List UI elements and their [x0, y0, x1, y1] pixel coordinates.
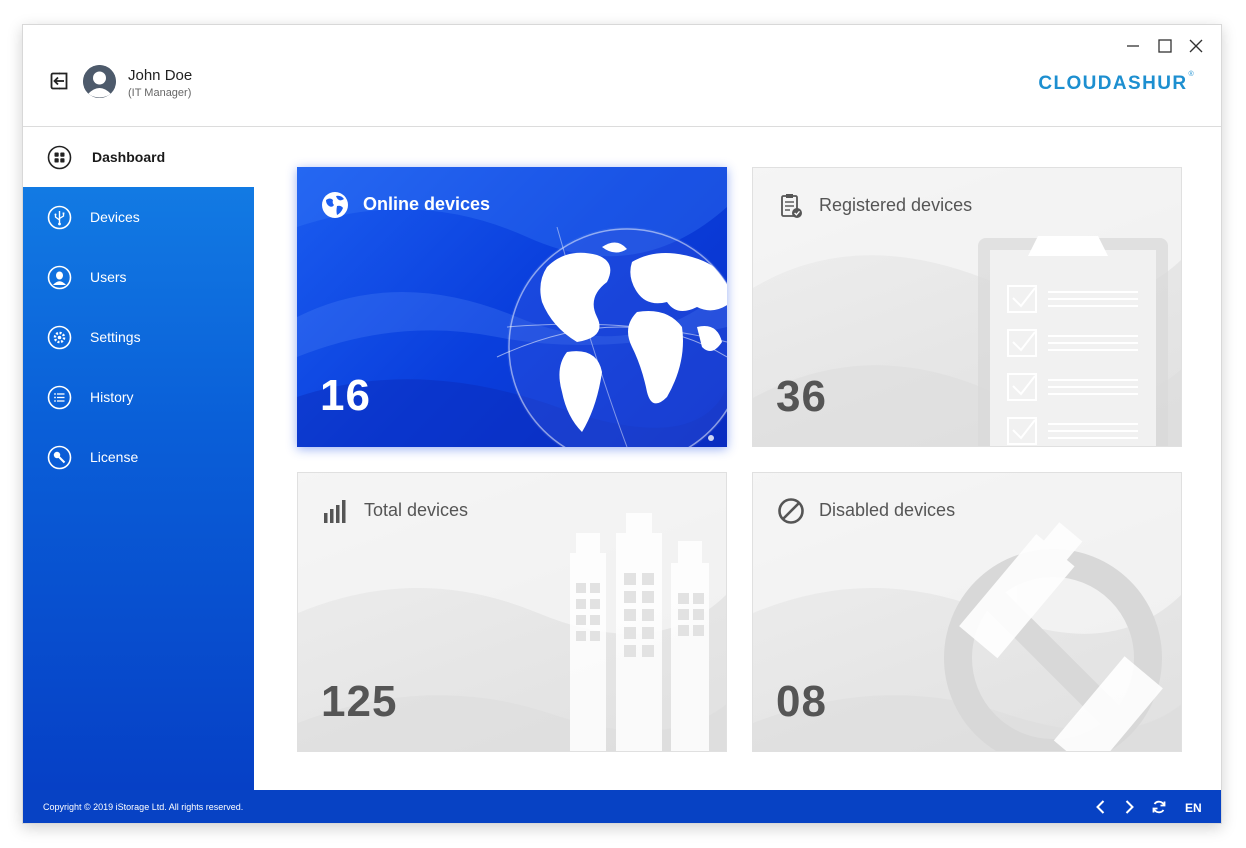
sidebar-item-license[interactable]: License: [23, 427, 254, 487]
logout-icon[interactable]: [49, 71, 69, 91]
maximize-icon[interactable]: [1156, 37, 1174, 55]
close-icon[interactable]: [1187, 37, 1205, 55]
sidebar-item-history[interactable]: History: [23, 367, 254, 427]
card-value: 36: [776, 372, 827, 421]
sidebar-item-label: Devices: [90, 209, 140, 225]
chevron-left-icon[interactable]: [1093, 799, 1109, 815]
clipboard-icon: [781, 194, 802, 218]
sidebar-item-settings[interactable]: Settings: [23, 307, 254, 367]
card-title: Total devices: [364, 500, 469, 520]
app-window: John Doe (IT Manager) CLOUDASHUR® Dashbo…: [22, 24, 1222, 824]
gear-icon: [47, 325, 72, 349]
sidebar-item-label: Users: [90, 269, 127, 285]
sidebar-item-label: History: [90, 389, 134, 405]
card-value: 16: [320, 371, 371, 420]
refresh-icon[interactable]: [1151, 799, 1167, 815]
sidebar-item-users[interactable]: Users: [23, 247, 254, 307]
user-icon: [47, 265, 72, 289]
sidebar-item-label: Dashboard: [92, 149, 166, 165]
card-registered-devices[interactable]: Registered devices 36: [752, 167, 1182, 447]
avatar: [83, 65, 116, 98]
sidebar-item-label: Settings: [90, 329, 141, 345]
disabled-icon: [778, 498, 804, 524]
header: John Doe (IT Manager) CLOUDASHUR®: [23, 25, 1221, 127]
language-selector[interactable]: EN: [1185, 801, 1202, 815]
card-value: 08: [776, 677, 827, 726]
sidebar-item-dashboard[interactable]: Dashboard: [23, 127, 254, 187]
sidebar-item-devices[interactable]: Devices: [23, 187, 254, 247]
card-title: Registered devices: [819, 195, 973, 215]
globe-icon: [322, 192, 348, 218]
brand-logo: CLOUDASHUR®: [1038, 71, 1195, 95]
list-icon: [47, 385, 72, 409]
brand-name: CLOUDASHUR: [1038, 73, 1188, 94]
card-value: 125: [321, 677, 398, 726]
chevron-right-icon[interactable]: [1121, 799, 1137, 815]
minimize-icon[interactable]: [1124, 37, 1142, 55]
dashboard-icon: [47, 145, 72, 169]
user-avatar-icon: [83, 65, 116, 98]
user-name: John Doe: [128, 67, 193, 84]
footer: Copyright © 2019 iStorage Ltd. All right…: [23, 790, 1221, 823]
card-title: Online devices: [363, 194, 491, 214]
copyright-text: Copyright © 2019 iStorage Ltd. All right…: [43, 802, 244, 812]
brand-registered-mark: ®: [1188, 71, 1195, 78]
user-role: (IT Manager): [128, 87, 192, 99]
card-title: Disabled devices: [819, 500, 956, 520]
sidebar-item-label: License: [90, 449, 139, 465]
card-total-devices[interactable]: Total devices 125: [297, 472, 727, 752]
bar-chart-icon: [324, 500, 346, 523]
key-icon: [47, 445, 72, 469]
usb-icon: [47, 205, 72, 229]
card-disabled-devices[interactable]: Disabled devices 08: [752, 472, 1182, 752]
card-online-devices[interactable]: Online devices 16: [297, 167, 727, 447]
